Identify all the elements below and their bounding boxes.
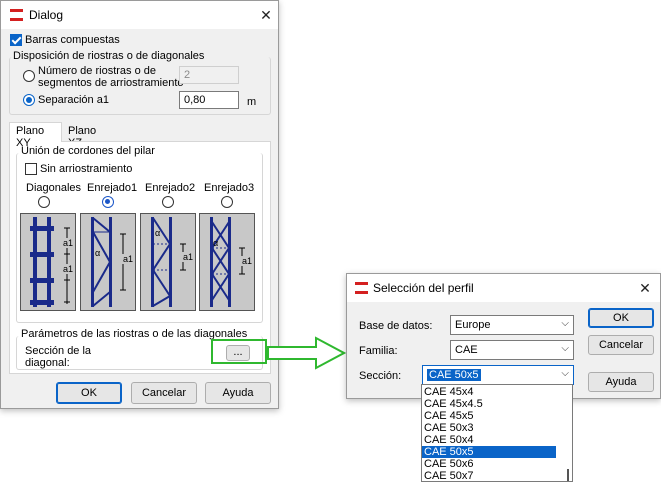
numero-radio[interactable] [23,70,35,82]
dialog-titlebar: Dialog ✕ [1,1,278,29]
seccion-select[interactable]: CAE 50x5 ⌵ [422,365,574,385]
barras-compuestas-checkbox[interactable] [10,34,22,46]
a1-label: a1 [123,254,133,264]
diagonales-diagram-icon: a1 a1 [30,217,75,307]
a1-label: a1 [63,238,73,248]
option-label-enrejado2: Enrejado2 [145,182,196,194]
option-radio-enrejado2[interactable] [162,196,174,208]
option-label-enrejado3: Enrejado3 [204,182,255,194]
arrow-icon [267,336,346,370]
tab-plano-xz[interactable]: Plano XZ [62,123,112,149]
familia-select[interactable]: CAE ⌵ [450,340,574,360]
base-label: Base de datos: [359,320,433,332]
list-item[interactable]: CAE 45x4 [422,386,572,398]
list-item[interactable]: CAE 50x5 [422,446,556,458]
option-radio-enrejado3[interactable] [221,196,233,208]
profile-dialog-titlebar: Selección del perfil ✕ [347,274,660,302]
familia-label: Familia: [359,345,398,357]
diagram-enrejado1[interactable]: α a1 [80,213,136,311]
diagram-enrejado3[interactable]: α a1 [199,213,255,311]
diagram-diagonales[interactable]: a1 a1 [20,213,76,311]
enrejado2-diagram-icon: α a1 [151,217,195,307]
chevron-down-icon: ⌵ [561,368,569,379]
profile-ok-button[interactable]: OK [588,308,654,328]
ok-button[interactable]: OK [56,382,122,404]
dialog-title: Dialog [29,8,64,22]
enrejado3-diagram-icon: α a1 [210,217,254,307]
numero-label-line2: segmentos de arriostramiento [38,77,184,89]
highlight-box [211,339,267,364]
close-icon[interactable]: ✕ [255,5,277,25]
option-label-diagonales: Diagonales [26,182,82,194]
a1-label: a1 [183,252,193,262]
list-scrollbar[interactable] [567,469,569,481]
profile-dialog-window: Selección del perfil ✕ Base de datos: Eu… [346,273,661,399]
chevron-down-icon: ⌵ [561,318,569,329]
profile-cancel-button[interactable]: Cancelar [588,335,654,355]
familia-select-value: CAE [455,344,478,356]
list-item[interactable]: CAE 45x5 [422,410,572,422]
separacion-input[interactable]: 0,80 [179,91,239,109]
sin-arriostramiento-label: Sin arriostramiento [40,163,133,175]
a1-label: a1 [63,264,73,274]
base-select-value: Europe [455,319,491,331]
unit-label: m [247,96,257,108]
separacion-radio[interactable] [23,94,35,106]
seccion-select-value: CAE 50x5 [427,369,481,381]
list-item[interactable]: CAE 50x3 [422,422,572,434]
cancel-button[interactable]: Cancelar [131,382,197,404]
list-item[interactable]: CAE 45x4.5 [422,398,572,410]
barras-compuestas-label: Barras compuestas [25,34,120,46]
option-radio-enrejado1[interactable] [102,196,114,208]
alpha-label: α [155,228,160,238]
list-item[interactable]: CAE 50x6 [422,458,572,470]
tab-plano-xy[interactable]: Plano XY [9,122,62,149]
option-label-enrejado1: Enrejado1 [87,182,138,194]
help-button[interactable]: Ayuda [205,382,271,404]
seccion-label: Sección: [359,370,402,382]
option-radio-diagonales[interactable] [38,196,50,208]
alpha-label: α [95,248,100,258]
sin-arriostramiento-checkbox[interactable] [25,163,37,175]
chevron-down-icon: ⌵ [561,343,569,354]
numero-input[interactable]: 2 [179,66,239,84]
profile-help-button[interactable]: Ayuda [588,372,654,392]
section-dropdown-list[interactable]: CAE 45x4 CAE 45x4.5 CAE 45x5 CAE 50x3 CAE 50… [421,384,573,482]
app-logo-icon [9,8,24,22]
section-list: CAE 45x4 CAE 45x4.5 CAE 45x5 CAE 50x3 CAE 50… [422,385,572,482]
seccion-label-line2: diagonal: [25,357,70,369]
seccion-label-line1: Sección de la [25,345,92,357]
a1-label: a1 [242,256,252,266]
list-item[interactable]: CAE 50x7 [422,470,572,482]
enrejado1-diagram-icon: α a1 [91,217,135,307]
separacion-label: Separación a1 [38,94,109,106]
list-item[interactable]: CAE 50x4 [422,434,572,446]
profile-dialog-title: Selección del perfil [373,281,474,295]
alpha-label: α [213,238,218,248]
close-icon[interactable]: ✕ [634,278,656,298]
diagram-enrejado2[interactable]: α a1 [140,213,196,311]
numero-label-line1: Número de riostras o de [38,65,156,77]
app-logo-icon [354,281,369,295]
base-select[interactable]: Europe ⌵ [450,315,574,335]
